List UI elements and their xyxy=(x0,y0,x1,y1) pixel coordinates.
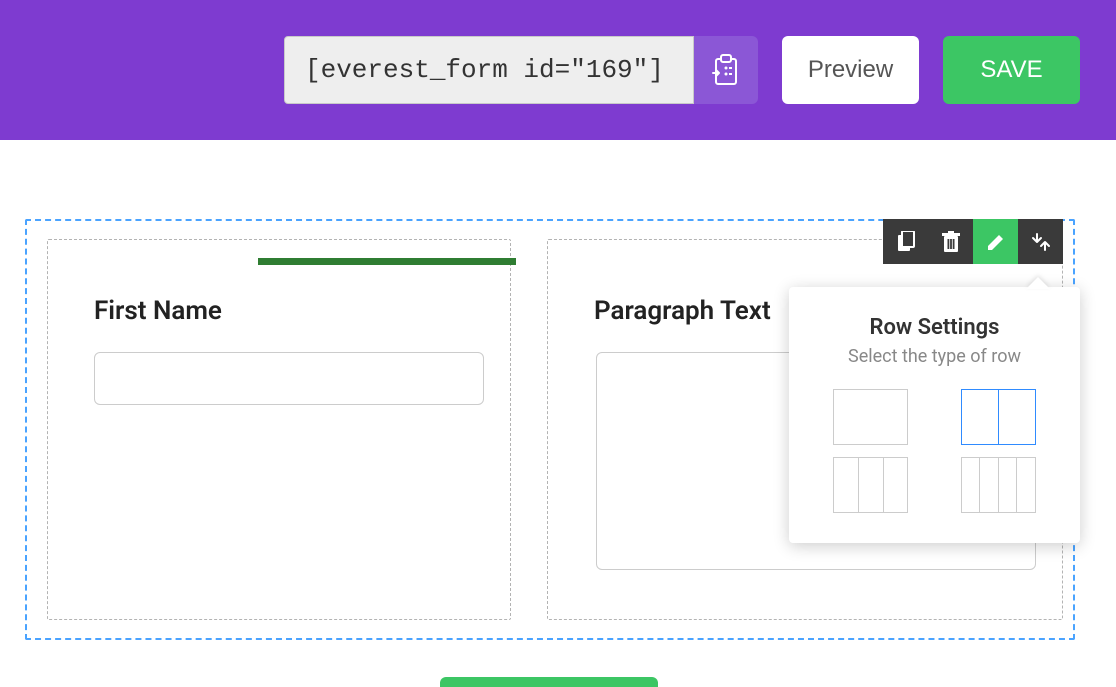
clipboard-icon xyxy=(711,53,741,87)
popover-subtitle: Select the type of row xyxy=(813,346,1056,367)
save-button[interactable]: SAVE xyxy=(943,36,1080,104)
builder-column-2[interactable]: Row Settings Select the type of row Para… xyxy=(547,239,1063,620)
row-settings-icon xyxy=(1031,232,1051,252)
row-option-3col[interactable] xyxy=(833,457,908,513)
field-label: First Name xyxy=(94,296,484,326)
row-option-2col[interactable] xyxy=(961,389,1036,445)
form-builder-row[interactable]: First Name xyxy=(25,219,1075,640)
drop-indicator xyxy=(258,258,516,265)
builder-column-1[interactable]: First Name xyxy=(47,239,511,620)
edit-row-button[interactable] xyxy=(973,219,1018,264)
submit-button-peek[interactable] xyxy=(440,677,658,687)
popover-title: Row Settings xyxy=(813,315,1056,340)
row-toolbar xyxy=(883,219,1063,264)
preview-button[interactable]: Preview xyxy=(782,36,919,104)
shortcode-input[interactable] xyxy=(284,36,694,104)
shortcode-wrap xyxy=(284,36,758,104)
row-type-options xyxy=(813,389,1056,513)
row-settings-popover: Row Settings Select the type of row xyxy=(789,287,1080,543)
trash-icon xyxy=(941,231,961,253)
row-option-1col[interactable] xyxy=(833,389,908,445)
edit-icon xyxy=(986,232,1006,252)
row-option-4col[interactable] xyxy=(961,457,1036,513)
top-header: Preview SAVE xyxy=(0,0,1116,140)
row-settings-button[interactable] xyxy=(1018,219,1063,264)
delete-row-button[interactable] xyxy=(928,219,973,264)
first-name-input[interactable] xyxy=(94,352,484,405)
duplicate-icon xyxy=(896,231,916,253)
copy-shortcode-button[interactable] xyxy=(694,36,758,104)
duplicate-row-button[interactable] xyxy=(883,219,928,264)
